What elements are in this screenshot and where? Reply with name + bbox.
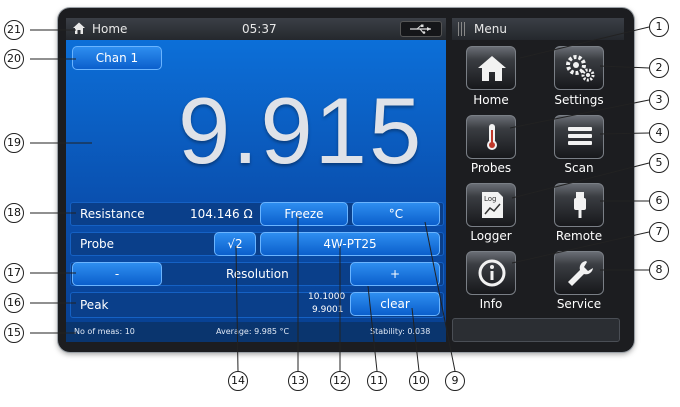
callout-4: 4 bbox=[649, 123, 669, 143]
callout-13: 13 bbox=[288, 371, 308, 391]
callout-9: 9 bbox=[445, 371, 465, 391]
callout-20: 20 bbox=[4, 49, 24, 69]
callout-11: 11 bbox=[367, 371, 387, 391]
callout-leader-lines bbox=[30, 26, 650, 372]
callout-14: 14 bbox=[228, 371, 248, 391]
callout-21: 21 bbox=[4, 20, 24, 40]
callout-18: 18 bbox=[4, 203, 24, 223]
callout-6: 6 bbox=[649, 191, 669, 211]
callout-15: 15 bbox=[4, 323, 24, 343]
callout-8: 8 bbox=[649, 260, 669, 280]
callout-10: 10 bbox=[409, 371, 429, 391]
callout-7: 7 bbox=[649, 222, 669, 242]
callout-3: 3 bbox=[649, 90, 669, 110]
callout-17: 17 bbox=[4, 263, 24, 283]
callout-5: 5 bbox=[649, 153, 669, 173]
callout-2: 2 bbox=[649, 58, 669, 78]
callout-1: 1 bbox=[649, 17, 669, 37]
callout-19: 19 bbox=[4, 133, 24, 153]
callout-16: 16 bbox=[4, 293, 24, 313]
callout-12: 12 bbox=[330, 371, 350, 391]
